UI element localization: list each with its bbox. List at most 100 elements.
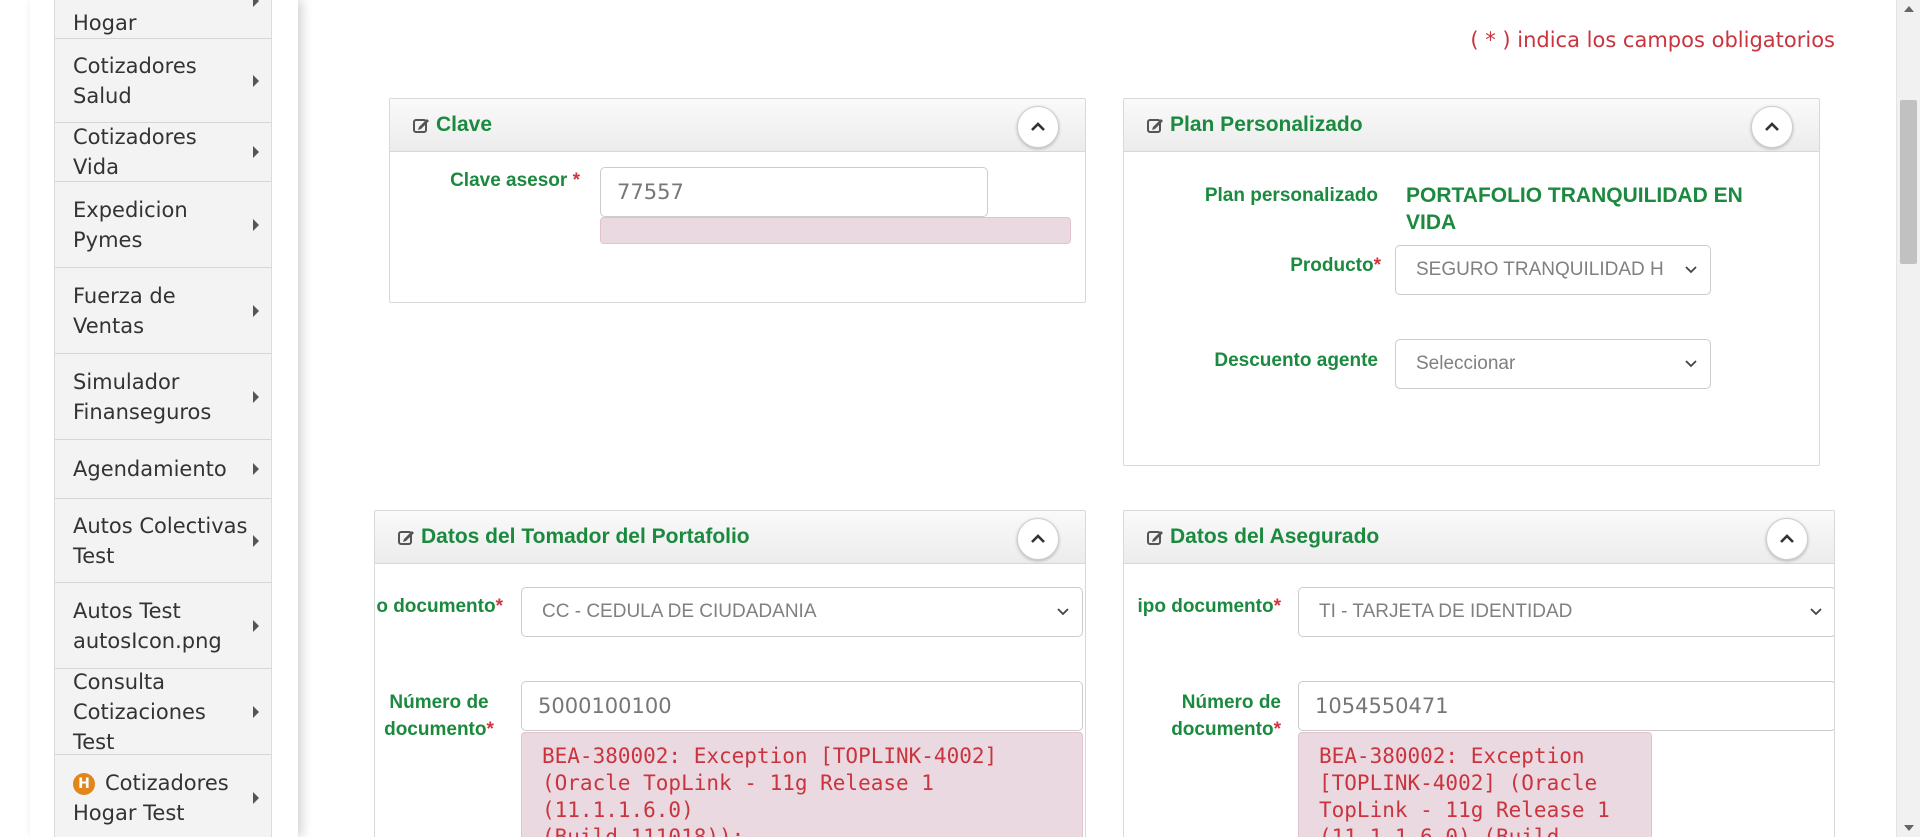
producto-select[interactable]: SEGURO TRANQUILIDAD H (1395, 245, 1711, 295)
label-text: Número de documento (1171, 692, 1281, 740)
tomador-panel-header: Datos del Tomador del Portafolio (375, 511, 1085, 564)
sidebar-menu: Hogar Cotizadores Salud Cotizadores Vida… (54, 0, 272, 837)
caret-right-icon (253, 146, 259, 158)
chevron-up-icon (1031, 534, 1045, 543)
chevron-down-icon (1057, 608, 1069, 616)
caret-right-icon (253, 705, 259, 718)
clave-asesor-input[interactable]: 77557 (600, 167, 988, 217)
required-mark: * (1373, 255, 1381, 276)
label-text: o documento (376, 596, 496, 617)
collapse-button[interactable] (1751, 106, 1793, 148)
sidebar-item-label: H Cotizadores Hogar Test (73, 768, 229, 828)
label-text: Clave asesor (450, 170, 568, 191)
caret-right-icon (253, 390, 259, 403)
clave-error-box (600, 217, 1071, 244)
sidebar-item-label: Consulta Cotizaciones Test (73, 669, 206, 754)
sidebar-item-cotizadores-vida[interactable]: Cotizadores Vida (55, 123, 271, 182)
chevron-up-icon (1780, 534, 1794, 543)
caret-right-icon (253, 0, 259, 7)
sidebar-item-consulta-cotizaciones-test[interactable]: Consulta Cotizaciones Test (55, 669, 271, 755)
tipo-documento-select[interactable]: TI - TARJETA DE IDENTIDAD (1298, 587, 1834, 637)
tipo-documento-select[interactable]: CC - CEDULA DE CIUDADANIA (521, 587, 1083, 637)
label-text: Número de documento (384, 692, 489, 740)
numero-documento-input[interactable]: 5000100100 (521, 681, 1083, 731)
descuento-agente-label: Descuento agente (1214, 350, 1378, 371)
sidebar-item-agendamiento[interactable]: Agendamiento (55, 440, 271, 499)
sidebar-item-cotizadores-hogar-test[interactable]: H Cotizadores Hogar Test (55, 755, 271, 837)
required-mark: * (1273, 719, 1281, 740)
asegurado-panel: Datos del Asegurado ipo documento* TI - … (1123, 510, 1835, 837)
sidebar-item-simulador-finanseguros[interactable]: Simulador Finanseguros (55, 354, 271, 440)
caret-right-icon (253, 534, 259, 547)
edit-icon (398, 531, 414, 545)
panel-title: Datos del Tomador del Portafolio (421, 525, 750, 548)
label-text: ipo documento (1137, 596, 1274, 617)
asegurado-panel-header: Datos del Asegurado (1124, 511, 1834, 564)
chevron-down-icon (1685, 266, 1697, 274)
sidebar-item-label: Expedicion Pymes (73, 197, 188, 252)
numero-documento-input[interactable]: 1054550471 (1298, 681, 1834, 731)
sidebar-item-fuerza-de-ventas[interactable]: Fuerza de Ventas (55, 268, 271, 354)
tipo-documento-label: o documento* (375, 593, 503, 620)
caret-right-icon (253, 218, 259, 231)
collapse-button[interactable] (1766, 518, 1808, 560)
sidebar-item-hogar[interactable]: Hogar (55, 0, 271, 39)
label-text: Producto (1290, 255, 1374, 276)
clave-panel-header: Clave (390, 99, 1085, 152)
panel-title: Datos del Asegurado (1170, 525, 1380, 548)
sidebar-item-label: Cotizadores Salud (73, 53, 197, 108)
plan-personalizado-panel: Plan Personalizado Plan personalizado PO… (1123, 98, 1820, 466)
tipo-documento-selected-value: TI - TARJETA DE IDENTIDAD (1319, 601, 1573, 622)
edit-icon (1147, 531, 1163, 545)
sidebar-item-text: Cotizadores Hogar Test (73, 770, 229, 825)
numero-documento-label: Número de documento* (375, 689, 503, 743)
required-mark: * (486, 719, 494, 740)
panel-title: Clave (436, 113, 493, 136)
sidebar-item-label: Autos Colectivas Test (73, 513, 248, 568)
sidebar-item-label: Simulador Finanseguros (73, 369, 212, 424)
caret-right-icon (253, 619, 259, 632)
descuento-selected-value: Seleccionar (1416, 353, 1516, 374)
sidebar-item-label: Autos Test autosIcon.png (73, 598, 222, 653)
page: Hogar Cotizadores Salud Cotizadores Vida… (0, 0, 1920, 837)
tomador-panel: Datos del Tomador del Portafolio o docum… (374, 510, 1086, 837)
collapse-button[interactable] (1017, 106, 1059, 148)
sidebar-item-autos-test[interactable]: Autos Test autosIcon.png (55, 583, 271, 669)
caret-right-icon (253, 463, 259, 475)
clave-asesor-label: Clave asesor * (430, 167, 580, 194)
edit-icon (413, 119, 429, 133)
caret-right-icon (253, 74, 259, 87)
numero-documento-error: BEA-380002: Exception [TOPLINK-4002] (Or… (521, 732, 1083, 837)
sidebar-item-label: Fuerza de Ventas (73, 283, 176, 338)
edit-icon (1147, 119, 1163, 133)
caret-right-icon (253, 791, 259, 804)
tipo-documento-label: ipo documento* (1124, 593, 1281, 620)
sidebar-item-expedicion-pymes[interactable]: Expedicion Pymes (55, 182, 271, 268)
chevron-up-icon (1031, 122, 1045, 131)
chevron-down-icon (1685, 360, 1697, 368)
home-badge-icon: H (73, 772, 95, 795)
producto-selected-value: SEGURO TRANQUILIDAD H (1416, 259, 1664, 280)
sidebar-item-label: Agendamiento (73, 457, 227, 481)
required-mark: * (1273, 596, 1281, 617)
plan-panel-header: Plan Personalizado (1124, 99, 1819, 152)
sidebar-item-label: Hogar (73, 11, 137, 35)
required-mark: * (495, 596, 503, 617)
chevron-up-icon (1765, 122, 1779, 131)
required-mark: * (572, 170, 580, 191)
plan-personalizado-value: PORTAFOLIO TRANQUILIDAD EN VIDA (1406, 184, 1743, 234)
required-fields-note: ( * ) indica los campos obligatorios (1470, 28, 1835, 52)
producto-label: Producto* (1144, 252, 1381, 279)
vertical-scrollbar[interactable] (1896, 0, 1920, 837)
scroll-down-arrow-icon[interactable] (1904, 825, 1914, 831)
clave-panel: Clave Clave asesor * 77557 (389, 98, 1086, 303)
numero-documento-label: Número de documento* (1144, 689, 1281, 743)
numero-documento-error: BEA-380002: Exception [TOPLINK-4002] (Or… (1298, 732, 1652, 837)
sidebar-item-cotizadores-salud[interactable]: Cotizadores Salud (55, 39, 271, 123)
scrollbar-thumb[interactable] (1900, 100, 1917, 264)
scroll-up-arrow-icon[interactable] (1904, 6, 1914, 12)
collapse-button[interactable] (1017, 518, 1059, 560)
descuento-agente-select[interactable]: Seleccionar (1395, 339, 1711, 389)
sidebar-item-label: Cotizadores Vida (73, 125, 197, 179)
sidebar-item-autos-colectivas-test[interactable]: Autos Colectivas Test (55, 499, 271, 583)
